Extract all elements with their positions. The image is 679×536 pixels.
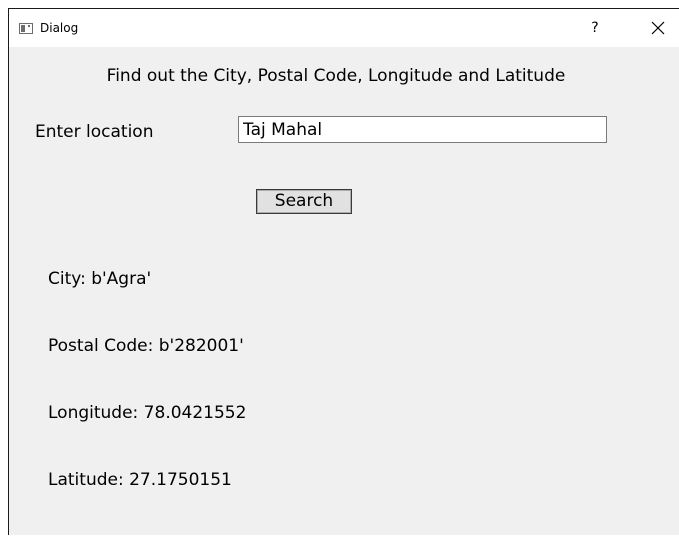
- close-button[interactable]: [641, 15, 675, 41]
- longitude-result: Longitude: 78.0421552: [48, 403, 247, 423]
- page-heading: Find out the City, Postal Code, Longitud…: [106, 66, 566, 86]
- question-mark-icon: ?: [591, 20, 599, 36]
- help-button[interactable]: ?: [581, 15, 609, 41]
- city-result: City: b'Agra': [48, 269, 152, 289]
- close-icon: [651, 21, 665, 35]
- window-app-icon: [19, 23, 33, 34]
- latitude-result: Latitude: 27.1750151: [48, 470, 232, 490]
- location-input[interactable]: [238, 116, 607, 143]
- title-bar[interactable]: Dialog ?: [9, 9, 679, 47]
- location-label: Enter location: [35, 122, 154, 142]
- postal-code-result: Postal Code: b'282001': [48, 336, 244, 356]
- search-button[interactable]: Search: [256, 189, 352, 214]
- dialog-content: Find out the City, Postal Code, Longitud…: [9, 47, 679, 536]
- dialog-window: Dialog ? Find out the City, Postal Code,…: [8, 8, 679, 535]
- window-title: Dialog: [40, 21, 79, 35]
